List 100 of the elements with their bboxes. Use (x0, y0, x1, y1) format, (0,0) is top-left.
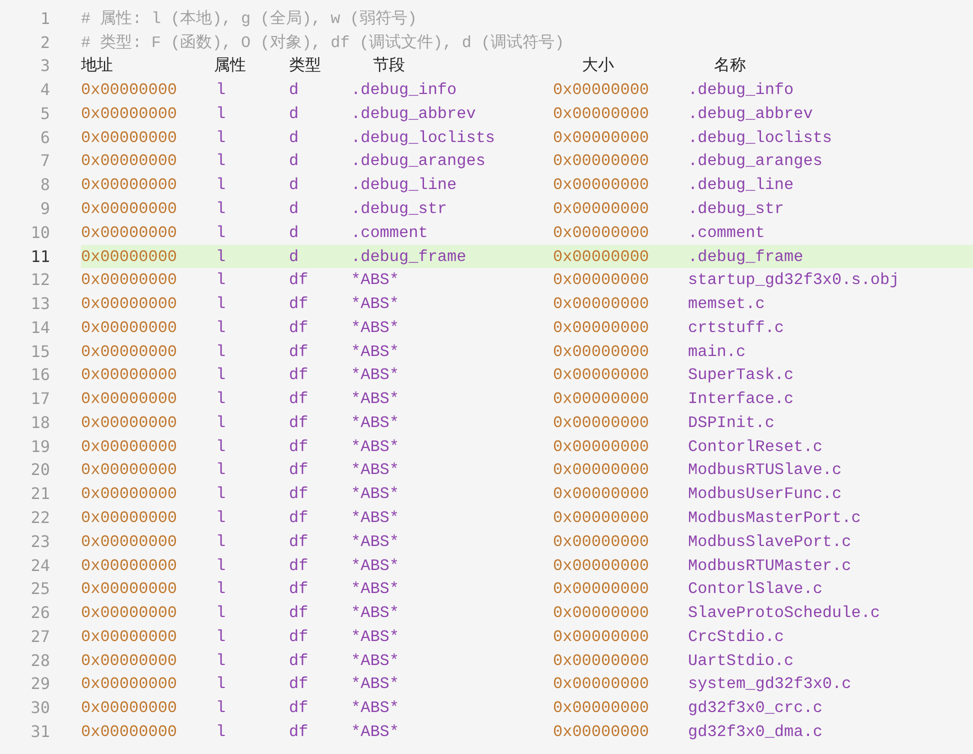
line-number: 21 (30, 483, 50, 506)
line-number: 9 (39, 198, 50, 220)
size-cell-text: 0x00000000 (553, 508, 650, 529)
type-cell-text: df (289, 318, 310, 339)
name-cell-text: gd32f3x0_dma.c (688, 722, 824, 743)
name-cell-text: ModbusUserFunc.c (688, 484, 843, 506)
address-cell-text: 0x00000000 (81, 222, 178, 244)
bind-cell-text: l (216, 389, 227, 410)
address-cell-text: 0x00000000 (81, 246, 178, 268)
name-cell-text: .debug_aranges (688, 151, 824, 172)
size-cell-text: 0x00000000 (553, 603, 650, 624)
name-cell-text: memset.c (688, 294, 766, 316)
line-number: 2 (39, 32, 50, 54)
address-cell-text: 0x00000000 (81, 532, 178, 553)
bind-cell-text: l (216, 556, 227, 576)
type-cell-text: df (289, 698, 310, 720)
type-cell-text: df (289, 650, 310, 672)
size-cell-text: 0x00000000 (553, 389, 650, 410)
type-cell-text: df (289, 365, 310, 386)
type-cell-text: d (289, 199, 300, 220)
bind-cell-text: l (216, 579, 227, 600)
column-heading: 地址 (81, 56, 114, 76)
name-cell-text: Interface.c (688, 389, 795, 410)
name-cell-text: .debug_line (688, 175, 795, 196)
comment-text: # 属性: l (本地), g (全局), w (弱符号) (81, 8, 418, 30)
section-cell-text: *ABS* (351, 318, 400, 339)
line-number: 19 (30, 436, 50, 458)
address-cell-text: 0x00000000 (81, 579, 178, 600)
type-cell-text: df (289, 508, 310, 529)
line-number: 6 (39, 126, 50, 149)
address-cell-text: 0x00000000 (81, 674, 178, 696)
line-number: 7 (39, 150, 50, 172)
line-number: 24 (30, 554, 50, 576)
line-number: 17 (30, 388, 50, 410)
bind-cell-text: l (216, 412, 227, 434)
section-cell-text: .debug_loclists (351, 128, 496, 149)
line-number: 27 (30, 626, 50, 648)
type-cell-text: d (289, 175, 300, 196)
line-number: 31 (30, 720, 50, 743)
address-cell-text: 0x00000000 (81, 389, 178, 410)
address-cell-text: 0x00000000 (81, 104, 178, 125)
size-cell-text: 0x00000000 (553, 484, 650, 506)
bind-cell-text: l (216, 80, 227, 102)
type-cell-text: d (289, 128, 300, 149)
line-number: 13 (30, 293, 50, 316)
line-number: 20 (30, 459, 50, 482)
bind-cell-text: l (216, 294, 227, 316)
size-cell-text: 0x00000000 (553, 436, 650, 458)
type-cell-text: df (289, 436, 310, 458)
type-cell-text: d (289, 222, 300, 244)
section-cell-text: *ABS* (351, 532, 400, 553)
section-cell-text: *ABS* (351, 436, 400, 458)
size-cell-text: 0x00000000 (553, 650, 650, 672)
address-cell-text: 0x00000000 (81, 484, 178, 506)
section-cell-text: *ABS* (351, 674, 400, 696)
name-cell-text: ContorlReset.c (688, 436, 824, 458)
section-cell-text: *ABS* (351, 342, 400, 363)
section-cell-text: *ABS* (351, 626, 400, 648)
line-number: 5 (39, 102, 50, 125)
address-cell-text: 0x00000000 (81, 650, 178, 672)
section-cell-text: *ABS* (351, 389, 400, 410)
size-cell-text: 0x00000000 (553, 626, 650, 648)
name-cell-text: SlaveProtoSchedule.c (688, 603, 882, 624)
address-cell-text: 0x00000000 (81, 365, 178, 386)
name-cell-text: .debug_info (688, 80, 795, 102)
section-cell-text: *ABS* (351, 460, 400, 482)
bind-cell-text: l (216, 650, 227, 672)
size-cell-text: 0x00000000 (553, 556, 650, 576)
bind-cell-text: l (216, 532, 227, 553)
section-cell-text: .debug_aranges (351, 151, 486, 172)
size-cell-text: 0x00000000 (553, 579, 650, 600)
line-number: 14 (30, 316, 50, 339)
line-number: 23 (30, 530, 50, 553)
type-cell-text: df (289, 626, 310, 648)
size-cell-text: 0x00000000 (553, 674, 650, 696)
bind-cell-text: l (216, 199, 227, 220)
name-cell-text: UartStdio.c (688, 650, 795, 672)
size-cell-text: 0x00000000 (553, 460, 650, 482)
name-cell-text: .debug_frame (688, 246, 804, 268)
section-cell-text: .comment (351, 222, 429, 244)
address-cell-text: 0x00000000 (81, 342, 178, 363)
type-cell-text: df (289, 412, 310, 434)
line-number: 22 (30, 506, 50, 529)
bind-cell-text: l (216, 222, 227, 244)
bind-cell-text: l (216, 603, 227, 624)
size-cell-text: 0x00000000 (553, 722, 650, 743)
type-cell-text: d (289, 246, 300, 268)
section-cell-text: *ABS* (351, 579, 400, 600)
type-cell-text: df (289, 674, 310, 696)
address-cell-text: 0x00000000 (81, 128, 178, 149)
section-cell-text: .debug_line (351, 175, 458, 196)
name-cell-text: ModbusSlavePort.c (688, 532, 852, 553)
section-cell-text: .debug_frame (351, 246, 468, 268)
name-cell-text: ModbusRTUMaster.c (688, 556, 852, 576)
address-cell-text: 0x00000000 (81, 199, 178, 220)
section-cell-text: .debug_str (351, 199, 448, 220)
type-cell-text: df (289, 270, 310, 292)
size-cell-text: 0x00000000 (553, 246, 650, 268)
line-number: 30 (30, 697, 50, 720)
section-cell-text: *ABS* (351, 365, 400, 386)
